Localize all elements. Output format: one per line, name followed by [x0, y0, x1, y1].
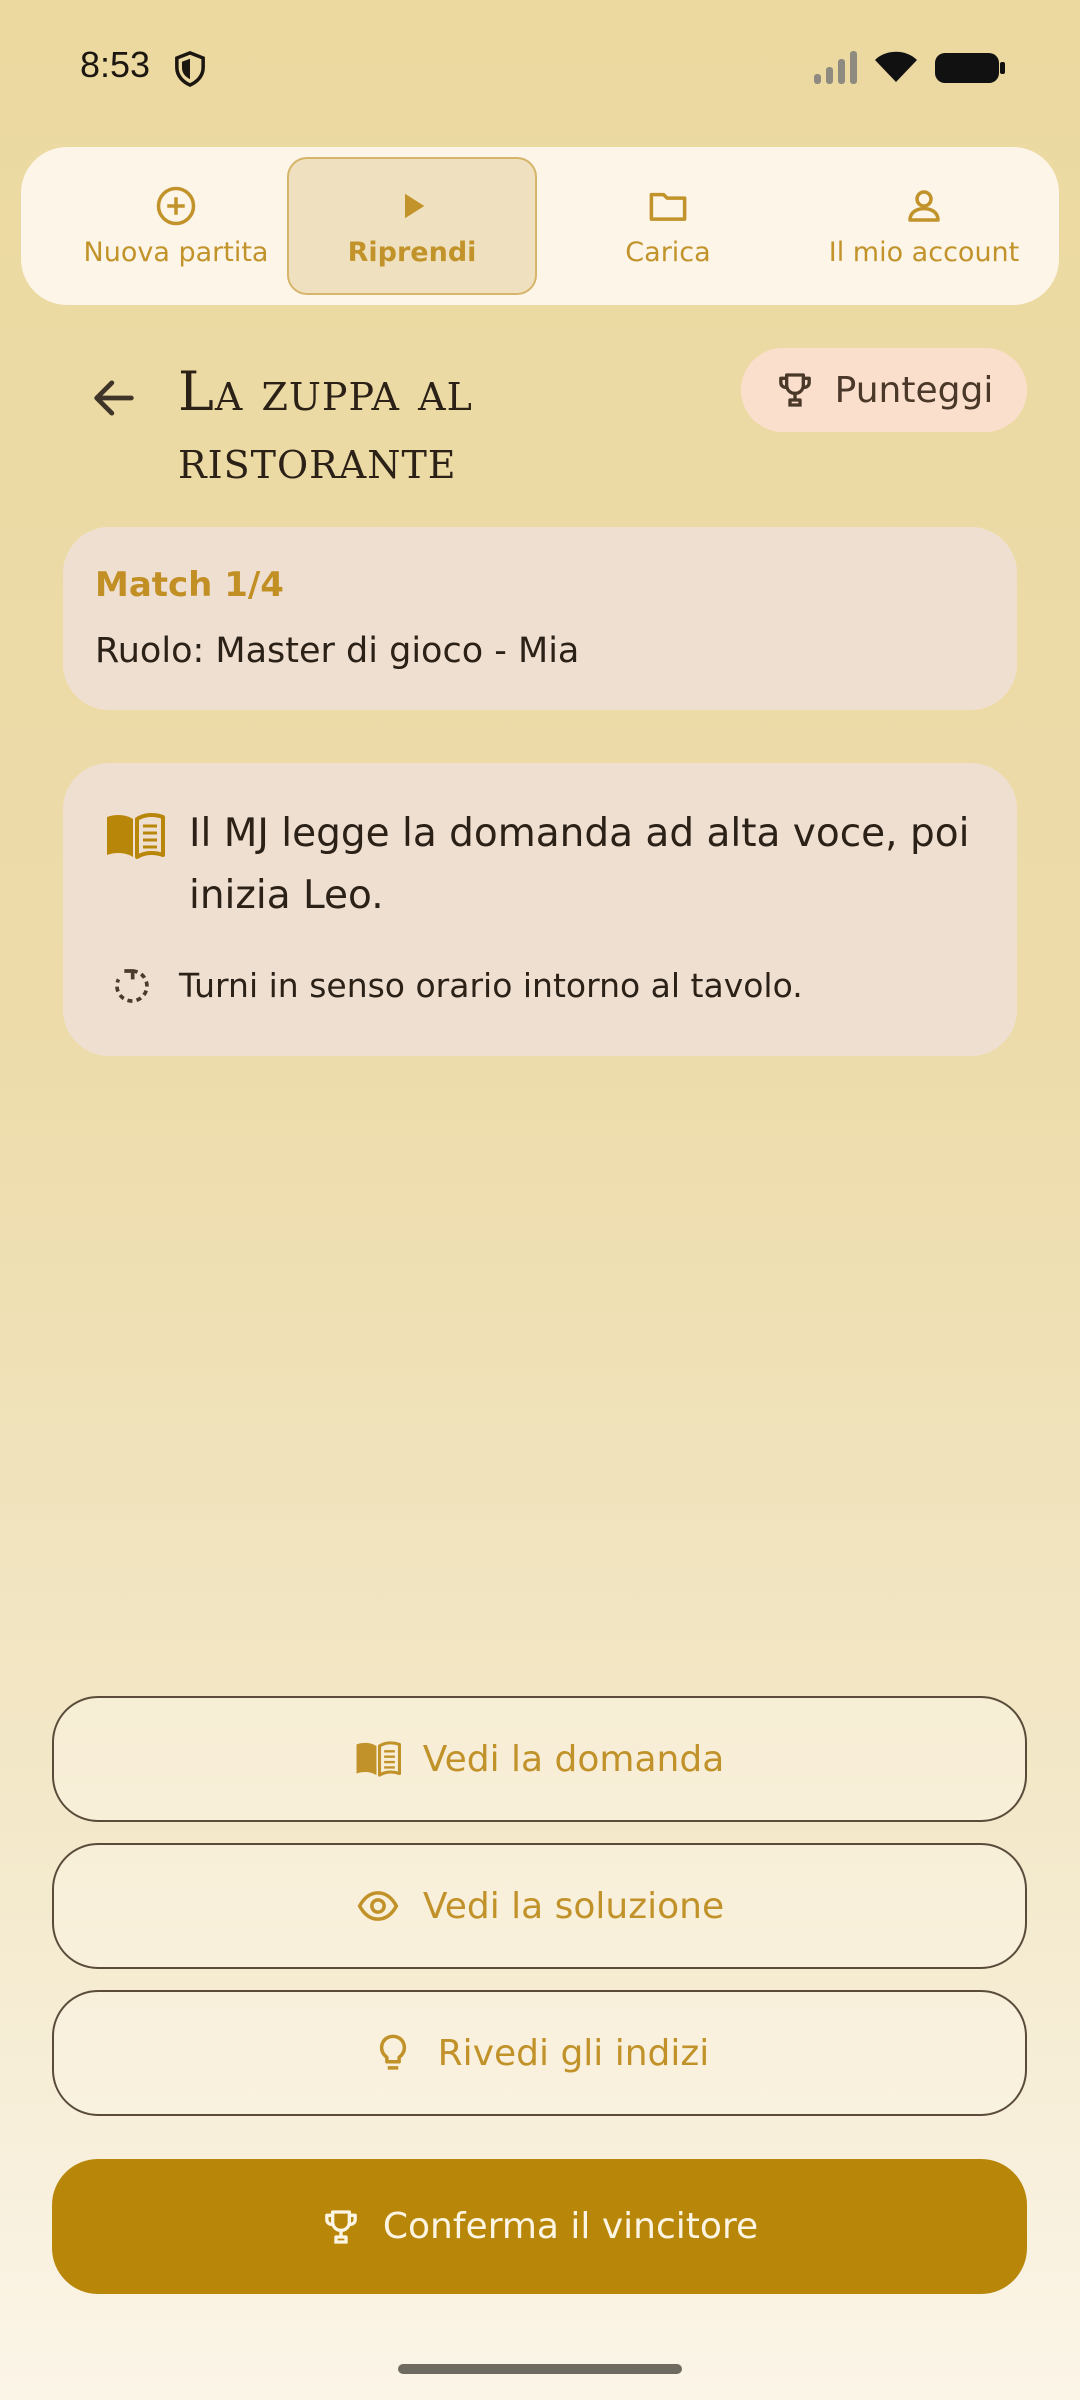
review-clues-button[interactable]: Rivedi gli indizi [52, 1990, 1027, 2116]
nav-resume[interactable]: Riprendi [287, 157, 537, 295]
view-solution-button[interactable]: Vedi la soluzione [52, 1843, 1027, 1969]
eye-icon [357, 1891, 399, 1921]
back-arrow-icon[interactable] [88, 372, 140, 424]
confirm-winner-label: Conferma il vincitore [382, 2206, 759, 2247]
top-navigation: Nuova partita Riprendi Carica Il mio acc… [21, 147, 1059, 305]
nav-label: Riprendi [347, 236, 477, 268]
status-time: 8:53 [80, 44, 151, 85]
folder-icon [649, 192, 687, 221]
match-card: Match 1/4 Ruolo: Master di gioco - Mia [63, 527, 1017, 710]
trophy-icon [778, 373, 811, 407]
role-text: Ruolo: Master di gioco - Mia [95, 631, 580, 671]
book-icon [107, 812, 165, 859]
scores-label: Punteggi [834, 369, 994, 411]
nav-label: Carica [625, 236, 711, 268]
lightbulb-icon [379, 2034, 406, 2070]
view-solution-label: Vedi la soluzione [422, 1885, 725, 1927]
review-clues-label: Rivedi gli indizi [437, 2032, 710, 2074]
instruction-text: Il MJ legge la domanda ad alta voce, poi… [189, 811, 970, 918]
nav-new-game[interactable]: Nuova partita [51, 157, 301, 295]
wifi-icon [875, 51, 917, 82]
rotate-clockwise-icon [115, 969, 149, 1003]
scores-button[interactable]: Punteggi [741, 348, 1027, 432]
nav-label: Nuova partita [83, 236, 269, 268]
page-title: La zuppa al ristorante [178, 360, 473, 491]
signal-icon [814, 51, 857, 84]
status-bar: 8:53 [0, 0, 1080, 135]
battery-icon [935, 53, 1005, 83]
user-icon [908, 189, 940, 222]
book-icon [356, 1741, 401, 1777]
trophy-icon [325, 2209, 357, 2244]
nav-account[interactable]: Il mio account [799, 157, 1049, 295]
home-indicator[interactable] [398, 2364, 682, 2374]
shield-icon [175, 51, 205, 87]
nav-load[interactable]: Carica [543, 157, 793, 295]
play-icon [405, 193, 425, 218]
plus-circle-icon [156, 186, 196, 225]
instruction-card: Il MJ legge la domanda ad alta voce, poi… [63, 763, 1017, 1056]
confirm-winner-button[interactable]: Conferma il vincitore [52, 2159, 1027, 2294]
view-question-label: Vedi la domanda [422, 1738, 725, 1780]
match-counter: Match 1/4 [95, 565, 284, 605]
view-question-button[interactable]: Vedi la domanda [52, 1696, 1027, 1822]
turn-order-text: Turni in senso orario intorno al tavolo. [179, 966, 803, 1005]
nav-label: Il mio account [828, 236, 1020, 268]
